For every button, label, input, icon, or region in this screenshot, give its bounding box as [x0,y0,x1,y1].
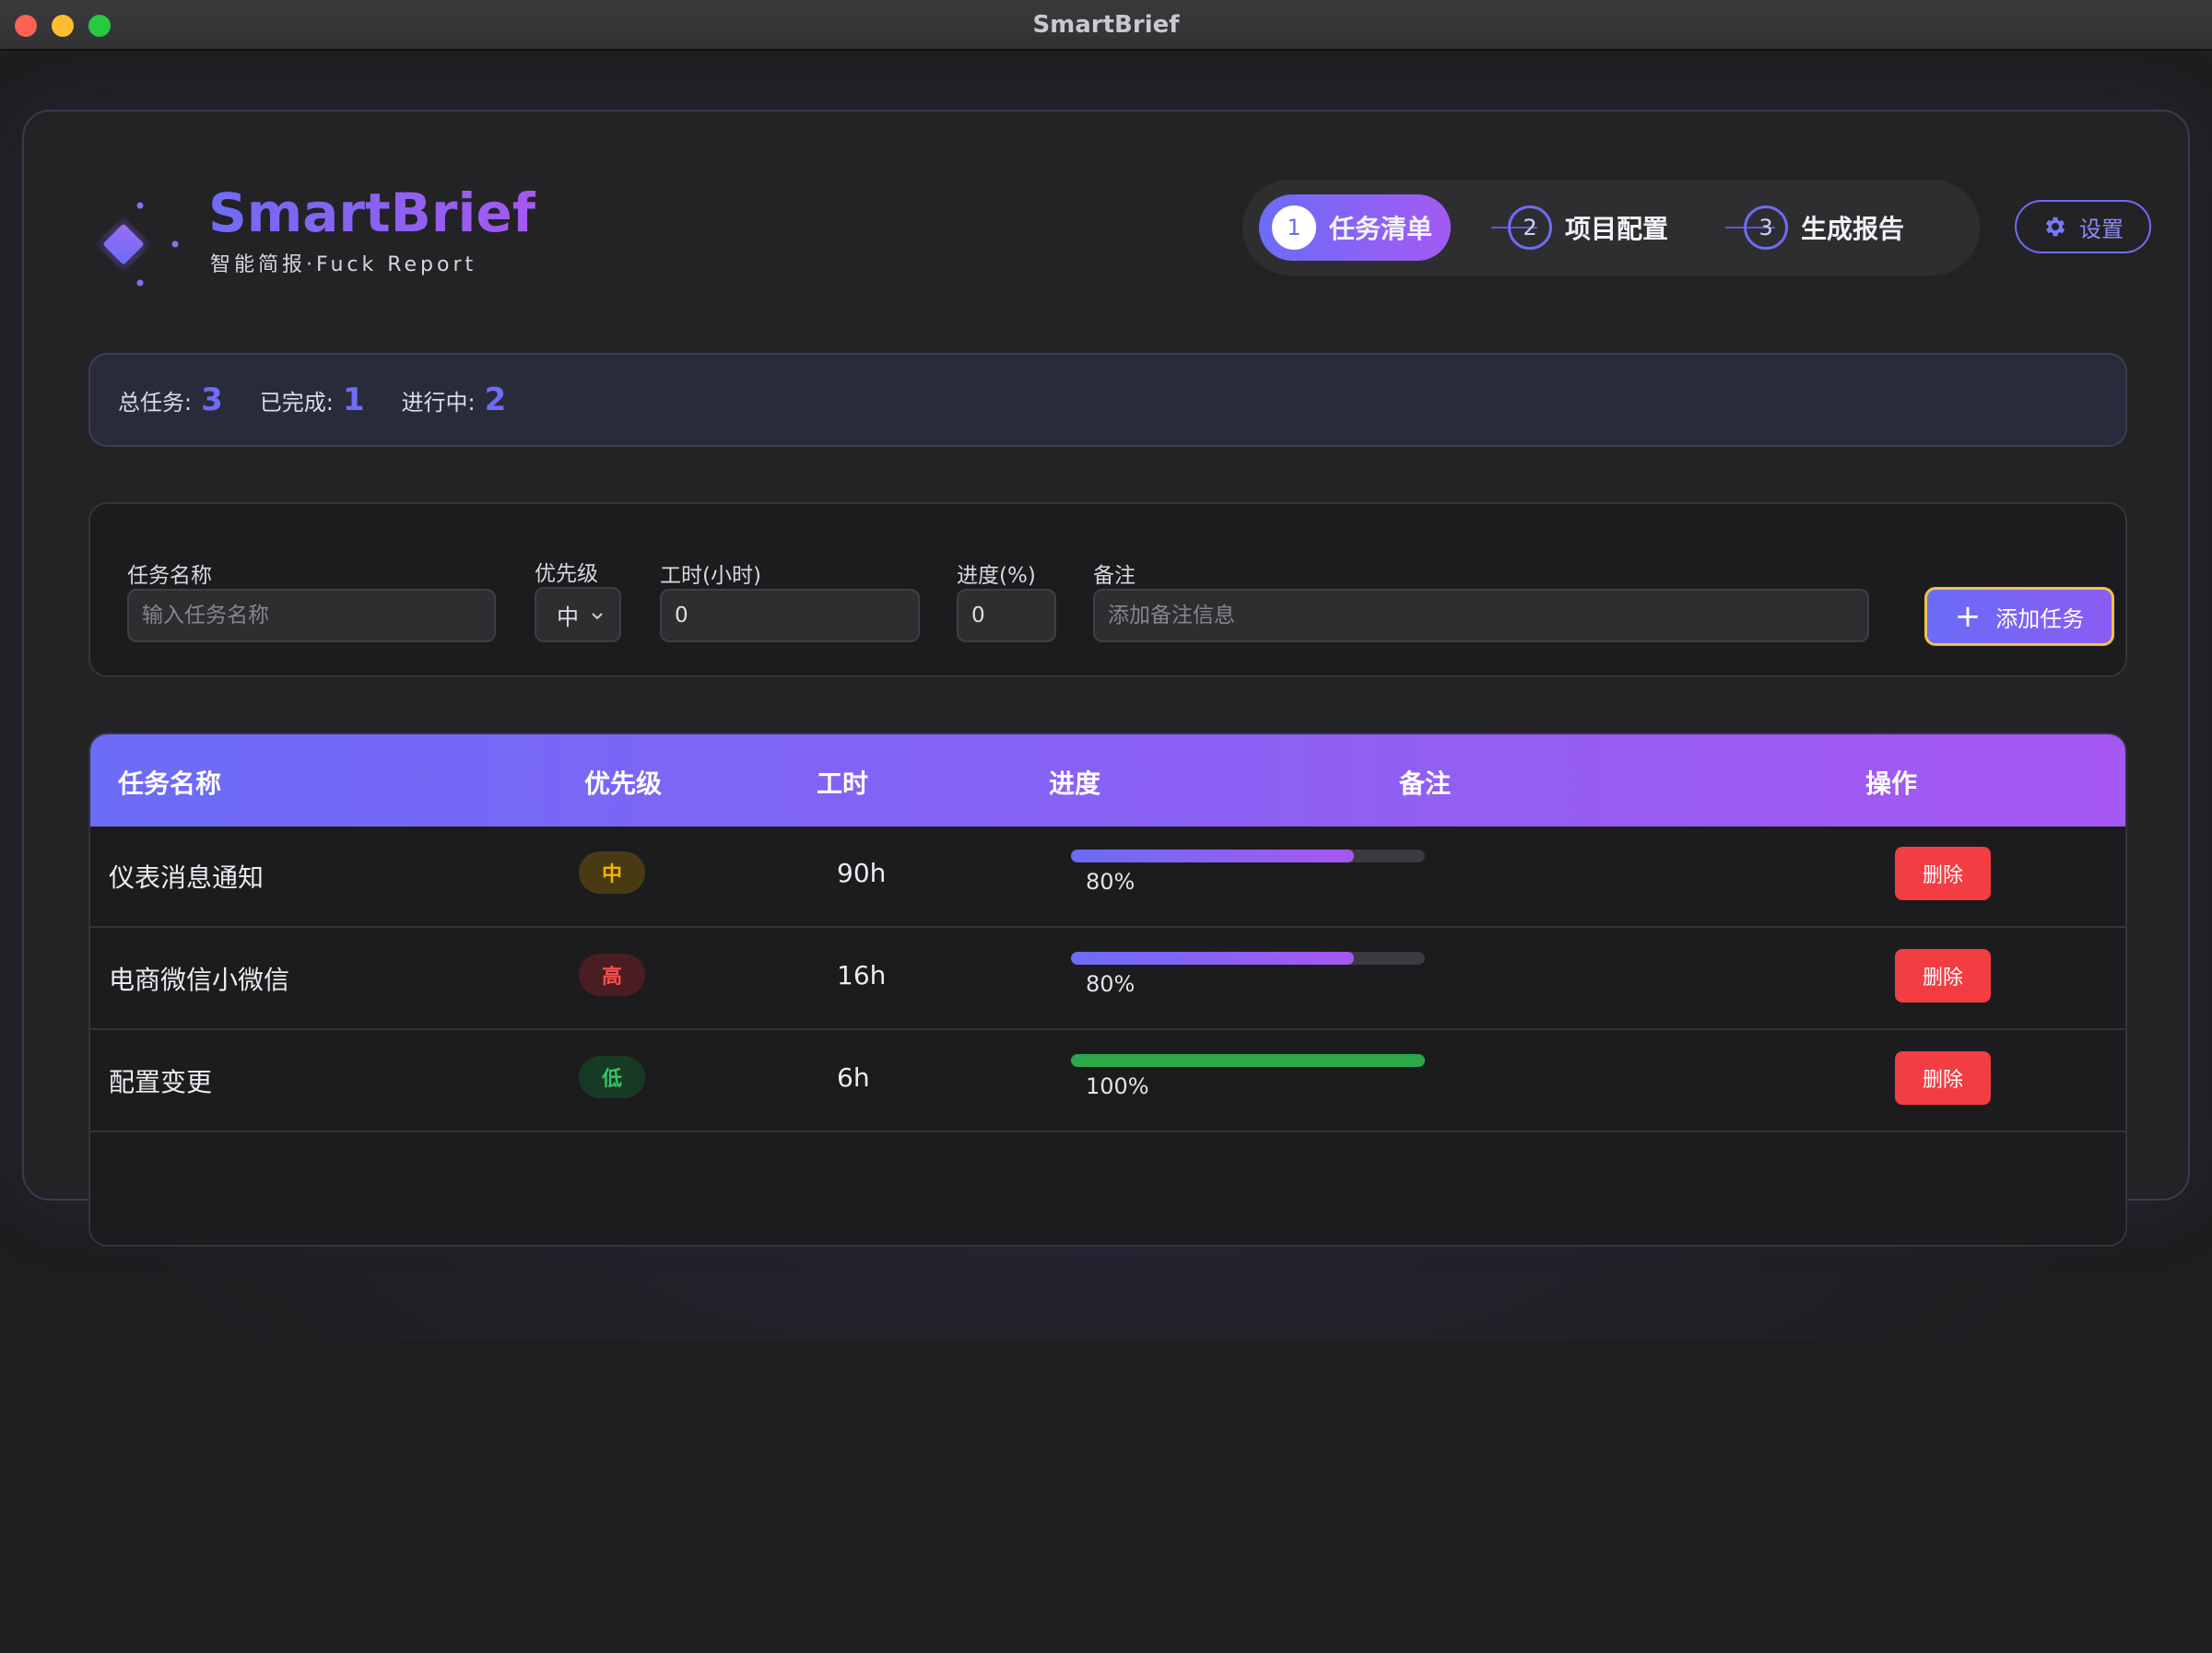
stat-in-progress-value: 2 [484,381,507,418]
task-name-label: 任务名称 [127,564,212,588]
progress-bar-fill [1071,850,1355,862]
progress-bar-fill [1071,1054,1425,1067]
progress-percent: 100% [1086,1073,1149,1099]
progress-percent: 80% [1086,869,1135,895]
plus-icon: + [1954,598,1982,635]
task-name-cell: 电商微信小微信 [109,965,290,995]
hours-label: 工时(小时) [660,564,761,588]
priority-select-value: 中 [557,604,579,630]
progress-bar-fill [1071,952,1355,965]
progress-label: 进度(%) [957,564,1036,588]
progress-bar [1071,850,1425,862]
step-label: 生成报告 [1801,214,1905,244]
table-header: 任务名称 优先级 工时 进度 备注 操作 [90,734,2125,826]
column-header-hours: 工时 [817,768,869,799]
task-stats-bar: 总任务: 3 已完成: 1 进行中: 2 [88,353,2127,447]
stat-done-value: 1 [342,381,365,418]
task-table: 任务名称 优先级 工时 进度 备注 操作 仪表消息通知 中 90h 80% 删除… [88,733,2127,1247]
progress-percent: 80% [1086,971,1135,997]
task-name-cell: 配置变更 [109,1067,213,1097]
task-name-cell: 仪表消息通知 [109,862,265,893]
hours-input[interactable] [660,589,920,642]
progress-bar [1071,1054,1425,1067]
delete-task-button[interactable]: 删除 [1895,1051,1991,1105]
priority-label: 优先级 [535,562,598,586]
column-header-progress: 进度 [1049,768,1101,799]
step-project-config[interactable]: 2 项目配置 [1495,194,1687,261]
add-task-form: 任务名称 优先级 中 工时(小时) 进度(%) 备注 + 添加任务 [88,502,2127,677]
stat-in-progress: 进行中: 2 [402,381,507,418]
step-generate-report[interactable]: 3 生成报告 [1731,194,1923,261]
stat-total: 总任务: 3 [118,381,223,418]
table-row: 仪表消息通知 中 90h 80% 删除 [90,826,2125,928]
add-task-button[interactable]: + 添加任务 [1924,587,2114,646]
stat-done: 已完成: 1 [260,381,365,418]
note-label: 备注 [1093,564,1135,588]
gear-icon [2045,217,2065,237]
priority-badge: 低 [579,1056,645,1098]
table-row: 电商微信小微信 高 16h 80% 删除 [90,929,2125,1030]
stat-in-progress-label: 进行中: [401,390,476,416]
hours-cell: 16h [837,960,887,991]
delete-task-button[interactable]: 删除 [1895,949,1991,1002]
task-name-input[interactable] [127,589,496,642]
column-header-priority: 优先级 [584,768,663,799]
hours-cell: 90h [837,858,887,888]
hours-cell: 6h [837,1062,870,1093]
stat-total-label: 总任务: [118,390,193,416]
column-header-actions: 操作 [1865,768,1918,799]
settings-button[interactable]: 设置 [2015,200,2151,253]
priority-badge: 高 [579,954,645,996]
step-number: 2 [1508,205,1552,250]
note-input[interactable] [1093,589,1869,642]
priority-badge: 中 [579,851,645,894]
progress-input[interactable] [957,589,1056,642]
step-navigator: 1 任务清单 2 项目配置 3 生成报告 [1242,180,1980,276]
priority-select[interactable]: 中 [535,587,621,642]
progress-bar [1071,952,1425,965]
add-task-label: 添加任务 [1995,605,2085,632]
step-number: 3 [1744,205,1788,250]
diamond-logo-icon [100,202,179,287]
step-number: 1 [1272,205,1316,250]
stat-total-value: 3 [201,381,223,418]
brand-title: SmartBrief [208,182,535,244]
stat-done-label: 已完成: [259,390,334,416]
window-title: SmartBrief [1032,11,1180,39]
settings-label: 设置 [2079,216,2124,242]
column-header-note: 备注 [1399,768,1452,799]
step-tasks[interactable]: 1 任务清单 [1259,194,1452,261]
chevron-down-icon [592,613,603,620]
delete-task-button[interactable]: 删除 [1895,847,1991,900]
main-card: SmartBrief 智能简报·Fuck Report 1 任务清单 2 项目配… [22,110,2190,1247]
brand-subtitle: 智能简报·Fuck Report [210,253,477,276]
step-label: 项目配置 [1565,214,1669,244]
window-titlebar: SmartBrief [0,0,2212,51]
table-row: 配置变更 低 6h 100% 删除 [90,1031,2125,1132]
step-label: 任务清单 [1329,214,1433,244]
column-header-name: 任务名称 [118,768,222,799]
